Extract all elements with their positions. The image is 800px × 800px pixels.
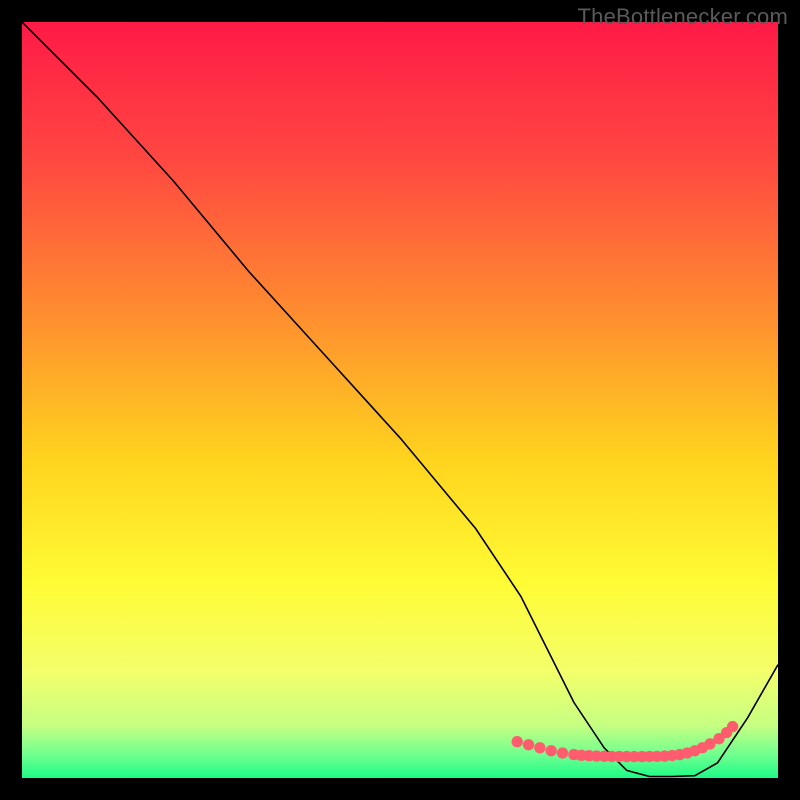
highlight-dot — [557, 747, 568, 758]
highlight-dot — [512, 736, 523, 747]
highlight-dot — [534, 742, 545, 753]
chart-container: TheBottlenecker.com — [0, 0, 800, 800]
highlight-dot — [727, 721, 738, 732]
gradient-background — [22, 22, 778, 778]
highlight-dot — [523, 739, 534, 750]
watermark-text: TheBottlenecker.com — [578, 4, 788, 30]
highlight-dot — [546, 745, 557, 756]
plot-area — [22, 22, 778, 778]
chart-svg — [22, 22, 778, 778]
